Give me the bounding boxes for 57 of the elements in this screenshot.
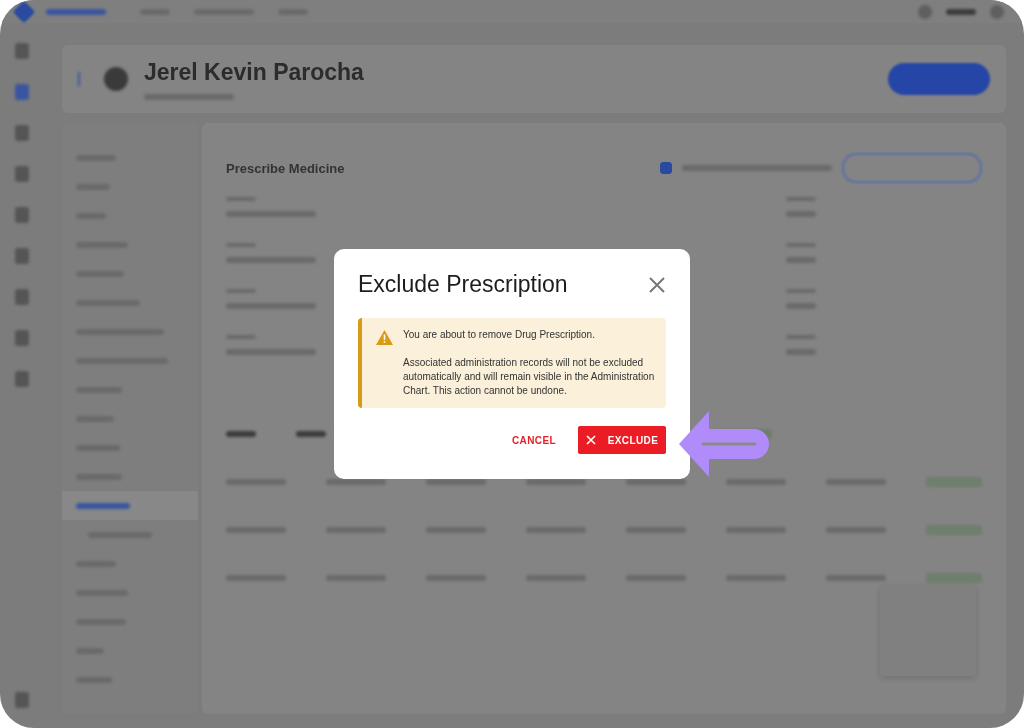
blurred-icon[interactable] [918,4,932,19]
blurred-label [226,431,256,437]
blurred-label [526,527,586,533]
blurred-label [826,527,886,533]
blurred-label [726,527,786,533]
blurred-label [826,575,886,581]
alert-message: You are about to remove Drug Prescription. [403,328,596,342]
blurred-icon[interactable] [15,43,29,59]
blurred-label [226,575,286,581]
blurred-icon[interactable] [15,371,29,387]
blurred-icon[interactable] [990,4,1004,19]
blurred-icon[interactable] [15,289,29,305]
blurred-label [526,479,586,485]
dialog-title: Exclude Prescription [358,271,568,298]
warning-icon [376,330,393,345]
blurred-label [426,575,486,581]
logo-icon [12,0,36,23]
blurred-label [786,303,816,309]
checkbox[interactable] [660,162,672,174]
blurred-button[interactable] [888,63,990,95]
blurred-label [46,8,106,15]
blurred-label [426,479,486,485]
blurred-label [786,211,816,217]
blurred-label [526,575,586,581]
blurred-icon[interactable] [15,84,29,100]
section-title: Prescribe Medicine [226,160,345,176]
blurred-label [426,527,486,533]
blurred-label [626,527,686,533]
blurred-label [626,479,686,485]
blurred-label [326,479,386,485]
blurred-label [226,479,286,485]
blurred-label [626,575,686,581]
blurred-label [726,479,786,485]
blurred-icon[interactable] [15,207,29,223]
blurred-icon[interactable] [15,166,29,182]
cancel-button[interactable]: CANCEL [505,426,562,454]
blurred-label [786,257,816,263]
avatar-icon [104,67,128,91]
exclude-button[interactable]: EXCLUDE [578,426,666,454]
blurred-icon[interactable] [15,330,29,346]
close-icon [585,435,596,445]
blurred-label [326,527,386,533]
blurred-label[interactable] [946,8,976,15]
blurred-label [726,575,786,581]
blurred-label [786,349,816,355]
blurred-label[interactable] [76,502,130,509]
patient-name: Jerel Kevin Parocha [144,58,364,86]
blurred-button[interactable] [842,153,982,183]
blurred-icon[interactable] [15,692,29,708]
blurred-label [296,431,326,437]
blurred-icon[interactable] [15,125,29,141]
blurred-label [826,479,886,485]
blurred-label [226,527,286,533]
blurred-label [326,575,386,581]
close-icon[interactable] [648,275,666,294]
blurred-icon[interactable] [15,248,29,264]
alert-message: Associated administration records will not be excluded automatically and will remain visible in the Administration Chart. This action cannot be undone. [403,356,656,398]
